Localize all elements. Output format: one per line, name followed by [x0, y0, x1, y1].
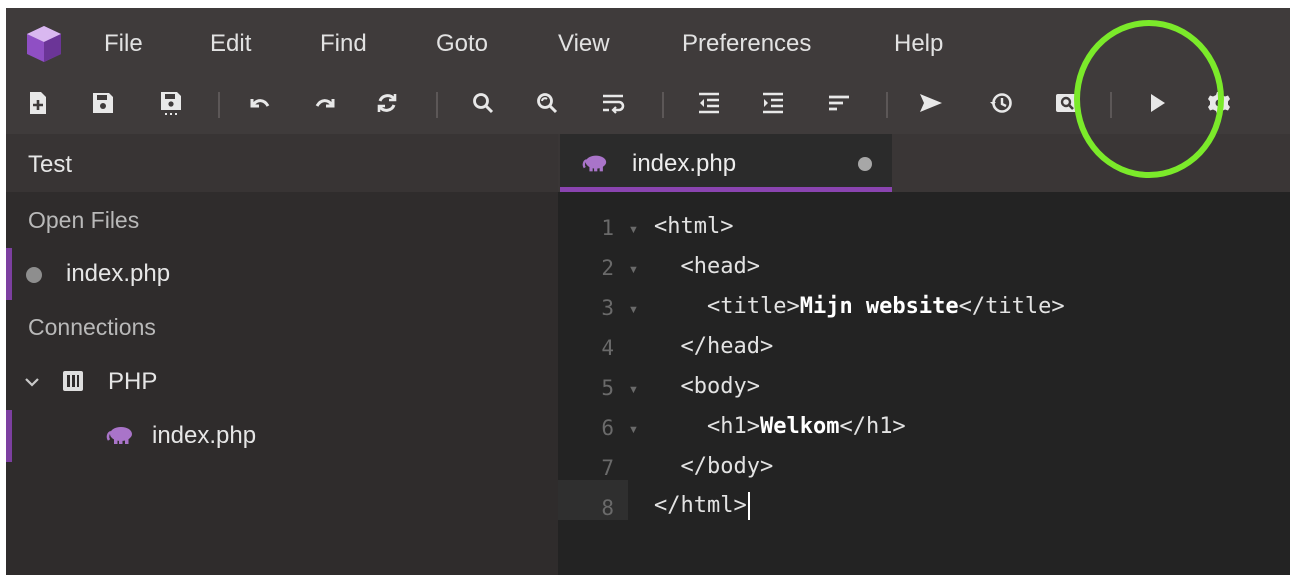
- line-number: 3: [601, 296, 614, 320]
- line-number: 7: [601, 456, 614, 480]
- code-tag: <body>: [654, 374, 760, 399]
- fold-arrow-icon[interactable]: ▼: [628, 424, 639, 436]
- line-gutter: 1 ▼ 2 ▼ 3 ▼ 4 5 ▼ 6 ▼ 7 8: [558, 192, 650, 575]
- connection-label: PHP: [108, 368, 158, 395]
- php-elephant-icon: [582, 155, 607, 172]
- tab-index-php[interactable]: index.php: [560, 134, 892, 192]
- code-line: <h1>Welkom</h1>: [654, 414, 906, 439]
- code-tag: <head>: [654, 254, 760, 279]
- line-number: 5: [601, 376, 614, 400]
- preview-icon[interactable]: [1052, 88, 1082, 118]
- php-elephant-icon: [106, 427, 132, 444]
- connection-file-label: index.php: [152, 422, 257, 449]
- outdent-icon[interactable]: [694, 88, 724, 118]
- fold-arrow-icon[interactable]: ▼: [628, 264, 639, 276]
- menu-goto[interactable]: Goto: [436, 30, 488, 58]
- menu-view[interactable]: View: [558, 30, 610, 58]
- line-number: 1: [601, 216, 614, 240]
- redo-icon[interactable]: [310, 88, 340, 118]
- send-icon[interactable]: [916, 88, 946, 118]
- connections-label: Connections: [28, 314, 156, 340]
- line-number: 4: [601, 336, 614, 360]
- connection-file-item[interactable]: index.php: [6, 410, 558, 462]
- undo-icon[interactable]: [245, 88, 275, 118]
- tab-bar: index.php: [558, 134, 1290, 192]
- code-line: </head>: [654, 334, 773, 359]
- code-tag: <html>: [654, 214, 734, 239]
- run-icon[interactable]: [1142, 88, 1172, 118]
- code-tag: </title>: [958, 294, 1065, 319]
- replace-icon[interactable]: [532, 88, 562, 118]
- code-tag: <h1>: [654, 414, 760, 439]
- code-tag: </h1>: [839, 414, 906, 439]
- menu-find[interactable]: Find: [320, 30, 367, 58]
- code-text: Mijn website: [799, 294, 959, 319]
- code-editor[interactable]: 1 ▼ 2 ▼ 3 ▼ 4 5 ▼ 6 ▼ 7 8 <html> <head> …: [558, 192, 1290, 575]
- tab-label: index.php: [632, 150, 737, 177]
- toolbar-separator: [886, 92, 888, 118]
- connection-item-php[interactable]: PHP: [6, 356, 558, 408]
- code-line: <title>Mijn website</title>: [654, 294, 1065, 319]
- toolbar-separator: [436, 92, 438, 118]
- menu-bar: File Edit Find Goto View Preferences Hel…: [6, 8, 1290, 74]
- reload-icon[interactable]: [372, 88, 402, 118]
- text-cursor: [747, 492, 750, 520]
- editor-window: File Edit Find Goto View Preferences Hel…: [6, 8, 1290, 575]
- server-icon: [63, 371, 83, 391]
- save-icon[interactable]: [88, 88, 118, 118]
- history-icon[interactable]: [986, 88, 1016, 118]
- menu-file[interactable]: File: [104, 30, 143, 58]
- code-text: Welkom: [759, 414, 840, 439]
- chevron-down-icon[interactable]: [24, 376, 40, 388]
- open-file-item[interactable]: index.php: [6, 248, 558, 300]
- new-file-icon[interactable]: [23, 88, 53, 118]
- code-line: </body>: [654, 454, 773, 479]
- indent-icon[interactable]: [758, 88, 788, 118]
- menu-preferences[interactable]: Preferences: [682, 30, 811, 58]
- code-line: <html>: [654, 214, 733, 239]
- line-number: 2: [601, 256, 614, 280]
- settings-icon[interactable]: [1204, 88, 1234, 118]
- fold-arrow-icon[interactable]: ▼: [628, 384, 639, 396]
- app-logo-icon: [27, 26, 61, 62]
- toolbar-separator: [662, 92, 664, 118]
- line-number: 8: [601, 496, 614, 520]
- open-file-label: index.php: [66, 260, 171, 287]
- unsaved-dot-icon: [26, 267, 42, 283]
- unsaved-dot-icon[interactable]: [858, 157, 872, 171]
- active-indicator: [6, 248, 12, 300]
- code-tag: </body>: [654, 454, 774, 479]
- toolbar: [6, 74, 1290, 134]
- wrap-icon[interactable]: [598, 88, 628, 118]
- menu-edit[interactable]: Edit: [210, 30, 251, 58]
- fold-arrow-icon[interactable]: ▼: [628, 224, 639, 236]
- active-indicator: [6, 410, 12, 462]
- line-number: 6: [601, 416, 614, 440]
- code-tag: <title>: [654, 294, 800, 319]
- code-line: </html>: [654, 492, 750, 520]
- fold-arrow-icon[interactable]: ▼: [628, 304, 639, 316]
- project-title: Test: [28, 151, 73, 178]
- sidebar-header: [6, 134, 558, 192]
- open-files-label: Open Files: [28, 207, 140, 233]
- sort-icon[interactable]: [824, 88, 854, 118]
- code-line: <body>: [654, 374, 760, 399]
- code-tag: </html>: [654, 493, 747, 518]
- code-line: <head>: [654, 254, 760, 279]
- toolbar-separator: [1110, 92, 1112, 118]
- sidebar: Open Files index.php Connections PHP ind…: [6, 192, 558, 575]
- menu-help[interactable]: Help: [894, 30, 943, 58]
- search-icon[interactable]: [468, 88, 498, 118]
- code-tag: </head>: [654, 334, 774, 359]
- toolbar-separator: [218, 92, 220, 118]
- save-all-icon[interactable]: [156, 88, 186, 118]
